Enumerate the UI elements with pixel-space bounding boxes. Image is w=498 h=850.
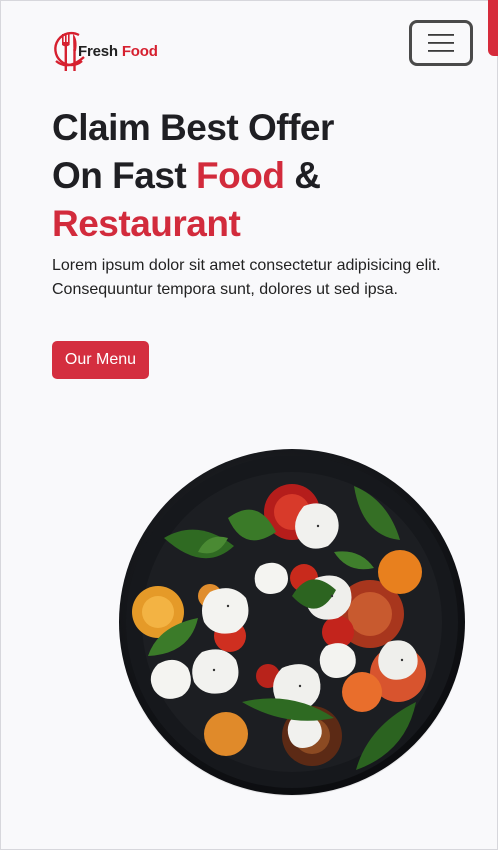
hero-description: Lorem ipsum dolor sit amet consectetur a… <box>52 257 441 298</box>
hero-title-line2-end: & <box>284 155 321 196</box>
brand-name-part2: Food <box>121 42 158 60</box>
hero-title: Claim Best Offer On Fast Food & Restaura… <box>52 104 472 248</box>
hamburger-icon <box>428 34 454 52</box>
salad-plate-image <box>119 449 465 796</box>
brand-logo-link[interactable]: Fresh Food <box>48 26 158 76</box>
hero-title-accent-food: Food <box>196 155 285 196</box>
brand-name: Fresh Food <box>78 43 158 60</box>
hero-title-line1: Claim Best Offer <box>52 107 334 148</box>
hero-title-line2-start: On Fast <box>52 155 197 196</box>
our-menu-button[interactable]: Our Menu <box>52 341 149 379</box>
navbar-toggler-button[interactable] <box>409 20 473 66</box>
navbar: Fresh Food <box>0 0 498 90</box>
hero-title-accent-restaurant: Restaurant <box>52 203 241 244</box>
brand-name-part1: Fresh <box>78 42 118 60</box>
